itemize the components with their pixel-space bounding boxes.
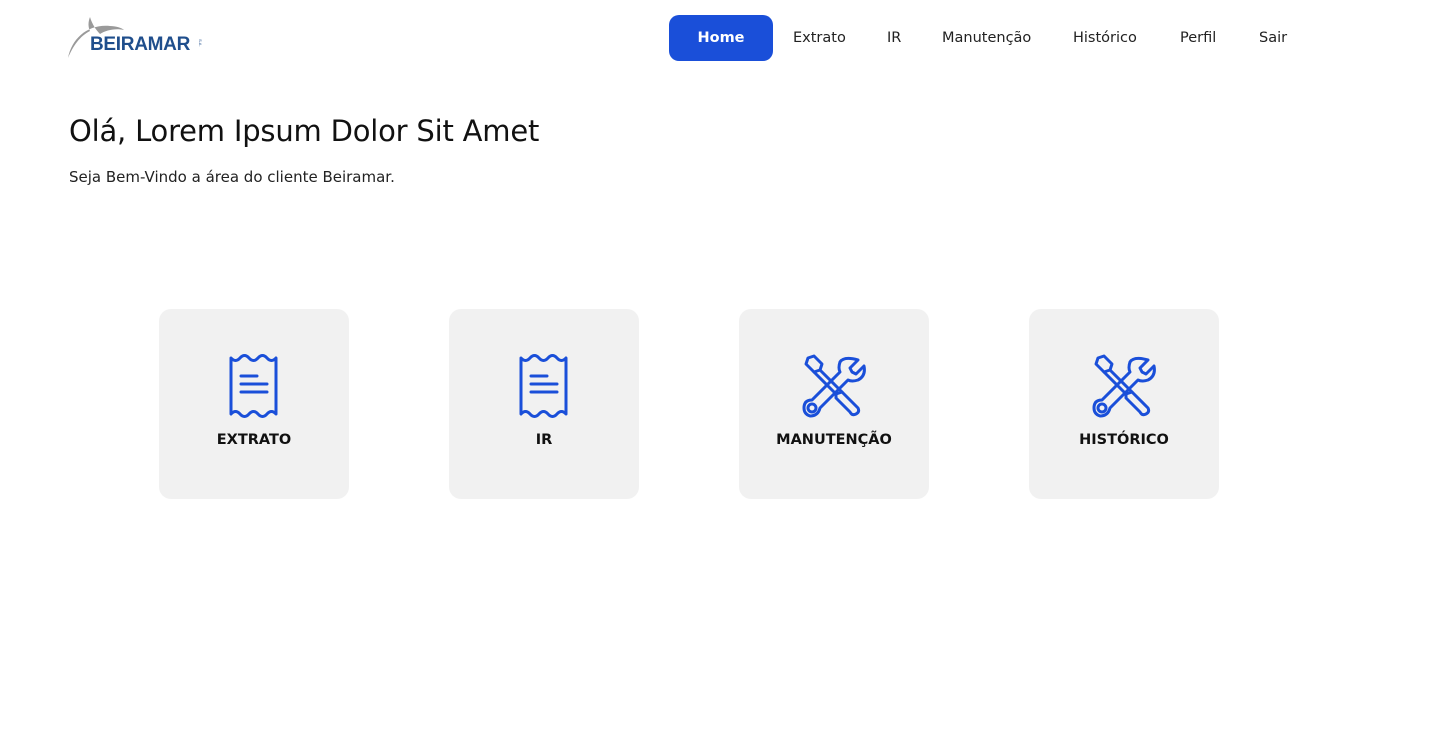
page-title: Olá, Lorem Ipsum Dolor Sit Amet (69, 114, 540, 148)
card-label: EXTRATO (216, 432, 292, 448)
card-manutencao[interactable]: MANUTENÇÃO (739, 309, 929, 499)
nav-perfil[interactable]: Perfil (1180, 15, 1216, 61)
page: BEIRAMAR S.A. Home Extrato IR Manutenção… (0, 0, 1442, 735)
card-label: IR (535, 432, 553, 448)
tools-icon (739, 354, 929, 418)
logo-tagline: S.A. (198, 39, 203, 47)
tools-icon (1029, 354, 1219, 418)
card-label: MANUTENÇÃO (776, 432, 892, 448)
card-ir[interactable]: IR (449, 309, 639, 499)
receipt-icon (449, 354, 639, 418)
nav-ir[interactable]: IR (887, 15, 901, 61)
beiramar-logo[interactable]: BEIRAMAR S.A. (66, 14, 216, 60)
welcome-subtitle: Seja Bem-Vindo a área do cliente Beirama… (69, 168, 395, 186)
card-extrato[interactable]: EXTRATO (159, 309, 349, 499)
logo-text: BEIRAMAR (90, 34, 190, 55)
nav-extrato[interactable]: Extrato (793, 15, 846, 61)
nav-sair[interactable]: Sair (1259, 15, 1287, 61)
card-label: HISTÓRICO (1079, 432, 1169, 448)
receipt-icon (159, 354, 349, 418)
header: BEIRAMAR S.A. Home Extrato IR Manutenção… (0, 0, 1442, 76)
nav-historico[interactable]: Histórico (1073, 15, 1137, 61)
nav-home[interactable]: Home (669, 15, 773, 61)
nav-manutencao[interactable]: Manutenção (942, 15, 1031, 61)
card-historico[interactable]: HISTÓRICO (1029, 309, 1219, 499)
